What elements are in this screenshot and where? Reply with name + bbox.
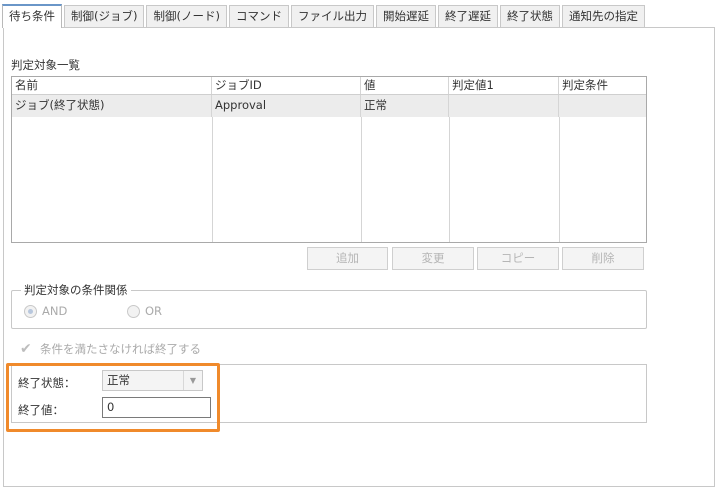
column-header-value[interactable]: 値 xyxy=(361,77,449,94)
tab-end-status[interactable]: 終了状態 xyxy=(499,5,560,27)
or-radio-option[interactable]: OR xyxy=(127,304,162,318)
tab-wait-condition[interactable]: 待ち条件 xyxy=(2,4,62,28)
tab-file-output[interactable]: ファイル出力 xyxy=(290,5,374,27)
column-divider xyxy=(559,117,560,242)
tab-start-delay[interactable]: 開始遅延 xyxy=(375,5,436,27)
table-cell xyxy=(449,95,559,117)
delete-button[interactable]: 削除 xyxy=(562,247,644,270)
table-row[interactable]: ジョブ(終了状態) Approval 正常 xyxy=(12,95,646,117)
copy-button[interactable]: コピー xyxy=(477,247,559,270)
tab-control-node[interactable]: 制御(ノード) xyxy=(146,5,227,27)
judgment-target-table[interactable]: 名前 ジョブID 値 判定値1 判定条件 ジョブ(終了状態) Approval … xyxy=(11,76,647,243)
table-cell: ジョブ(終了状態) xyxy=(12,95,212,117)
table-cell xyxy=(559,95,646,117)
chevron-down-icon[interactable]: ▼ xyxy=(183,371,202,390)
or-radio-label: OR xyxy=(145,304,163,318)
end-if-unmet-label: 条件を満たさなければ終了する xyxy=(40,342,201,356)
table-cell: Approval xyxy=(212,95,361,117)
tab-command[interactable]: コマンド xyxy=(228,5,289,27)
column-header-name[interactable]: 名前 xyxy=(12,77,212,94)
column-header-job-id[interactable]: ジョブID xyxy=(212,77,361,94)
end-if-unmet-checkbox[interactable]: ✔ 条件を満たさなければ終了する xyxy=(20,341,201,357)
tab-control-job[interactable]: 制御(ジョブ) xyxy=(64,5,145,27)
and-radio[interactable] xyxy=(24,304,37,318)
table-cell: 正常 xyxy=(361,95,449,117)
and-radio-label: AND xyxy=(42,304,68,318)
check-icon[interactable]: ✔ xyxy=(20,342,34,356)
end-value-input[interactable]: 0 xyxy=(102,397,211,418)
end-status-label: 終了状態： xyxy=(18,376,76,390)
column-divider xyxy=(212,117,213,242)
column-divider xyxy=(449,117,450,242)
column-divider xyxy=(361,117,362,242)
column-header-judgment-condition[interactable]: 判定条件 xyxy=(559,77,646,94)
column-header-judgment-value[interactable]: 判定値1 xyxy=(449,77,559,94)
or-radio[interactable] xyxy=(127,304,140,318)
tab-end-delay[interactable]: 終了遅延 xyxy=(437,5,498,27)
end-value-label: 終了値： xyxy=(18,403,64,417)
end-status-select[interactable]: 正常 ▼ xyxy=(102,370,203,391)
tab-bar: 待ち条件 制御(ジョブ) 制御(ノード) コマンド ファイル出力 開始遅延 終了… xyxy=(2,4,647,28)
and-radio-option[interactable]: AND xyxy=(24,304,67,318)
add-button[interactable]: 追加 xyxy=(307,247,388,270)
table-header: 名前 ジョブID 値 判定値1 判定条件 xyxy=(12,77,646,95)
end-status-value: 正常 xyxy=(107,373,130,387)
tab-notification[interactable]: 通知先の指定 xyxy=(561,5,645,27)
condition-relation-title: 判定対象の条件関係 xyxy=(21,282,131,298)
section-title: 判定対象一覧 xyxy=(11,58,80,72)
modify-button[interactable]: 変更 xyxy=(392,247,474,270)
